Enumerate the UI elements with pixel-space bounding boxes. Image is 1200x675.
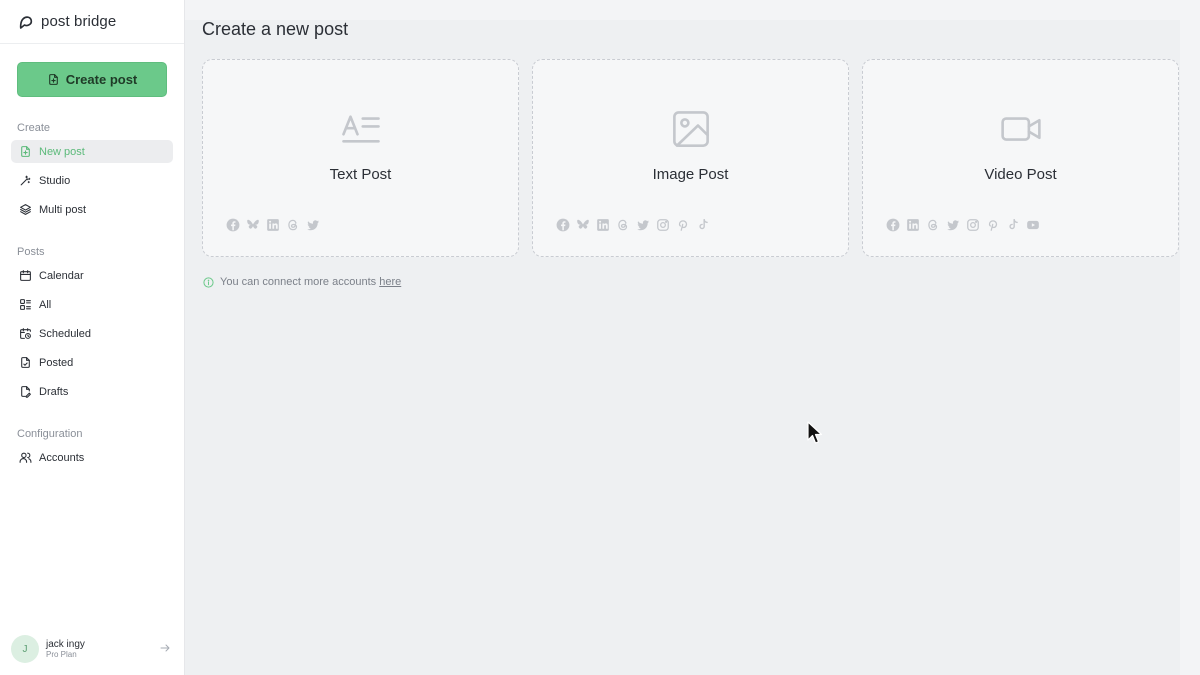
linkedin-icon [597,219,609,231]
pinterest-icon [678,220,688,231]
user-profile[interactable]: J jack ingy Pro Plan [11,634,173,664]
threads-icon [288,219,298,231]
section-label-posts: Posts [17,246,45,258]
calendar-clock-icon [20,328,31,339]
sidebar-item-all[interactable]: All [11,293,173,316]
sidebar-item-multi-post[interactable]: Multi post [11,198,173,221]
text-post-card[interactable]: Text Post [202,59,519,257]
file-plus-icon [48,74,58,85]
video-camera-icon [1000,117,1041,141]
text-align-icon [341,115,380,143]
file-check-icon [21,357,30,368]
twitter-icon [637,220,649,231]
info-icon [203,276,214,288]
top-band [185,0,1200,20]
sidebar-item-label: Calendar [39,269,84,282]
facebook-icon [886,218,900,232]
list-grid-icon [20,299,31,310]
post-type-cards: Text Post Image Post Video Post [202,59,1179,257]
arrow-right-icon[interactable] [159,642,171,654]
platform-icons [886,218,1040,232]
card-title: Image Post [652,166,729,183]
sidebar-item-label: New post [39,145,85,158]
youtube-icon [1027,220,1039,230]
platform-icons [226,218,320,232]
sidebar-item-calendar[interactable]: Calendar [11,264,173,287]
hint-text: You can connect more accounts here [220,276,402,288]
section-label-create: Create [17,122,51,134]
instagram-icon [967,219,979,231]
twitter-icon [307,220,319,231]
file-plus-icon [21,146,30,157]
avatar: J [11,635,39,663]
main-content: Create a new post Text Post Image Post V… [185,0,1200,675]
file-pen-icon [21,386,31,398]
create-post-button[interactable]: Create post [17,62,167,97]
sidebar-item-label: All [39,298,52,311]
instagram-icon [657,219,669,231]
sidebar-item-scheduled[interactable]: Scheduled [11,322,173,345]
facebook-icon [556,218,570,232]
video-post-card[interactable]: Video Post [862,59,1179,257]
tiktok-icon [1009,219,1018,230]
connect-accounts-link[interactable]: here [379,276,401,288]
facebook-icon [226,218,240,232]
image-icon [672,111,709,147]
sidebar-item-label: Scheduled [39,327,91,340]
threads-icon [618,219,628,231]
linkedin-icon [907,219,919,231]
card-title: Text Post [329,166,392,183]
card-title: Video Post [984,166,1057,183]
brand[interactable]: post bridge [0,0,184,44]
linkedin-icon [267,219,279,231]
bluesky-icon [577,219,589,229]
sidebar-item-accounts[interactable]: Accounts [11,446,173,469]
bluesky-icon [247,219,259,229]
pinterest-icon [988,220,998,231]
sidebar-item-label: Multi post [39,203,87,216]
create-post-label: Create post [65,72,138,87]
sidebar-item-drafts[interactable]: Drafts [11,380,173,403]
post-bridge-logo-icon [19,15,33,29]
platform-icons [556,218,710,232]
sidebar-item-label: Posted [39,356,74,369]
users-icon [19,452,32,463]
sidebar-item-studio[interactable]: Studio [11,169,173,192]
layers-icon [20,204,31,215]
magic-wand-icon [20,175,31,186]
threads-icon [928,219,938,231]
sidebar-item-label: Accounts [39,451,85,464]
tiktok-icon [699,219,708,230]
app-window: post bridge Create post Create New post … [0,0,1200,675]
sidebar-item-new-post[interactable]: New post [11,140,173,163]
mouse-cursor-icon [807,421,823,444]
page-title: Create a new post [202,19,349,39]
user-name: jack ingy [46,638,85,650]
twitter-icon [947,220,959,231]
calendar-icon [20,270,31,281]
sidebar-item-label: Drafts [39,385,69,398]
image-post-card[interactable]: Image Post [532,59,849,257]
user-plan: Pro Plan [46,650,77,660]
brand-name: post bridge [41,13,117,30]
right-band [1180,0,1200,675]
sidebar-item-label: Studio [39,174,71,187]
connect-accounts-hint: You can connect more accounts here [203,276,401,288]
section-label-configuration: Configuration [17,428,83,440]
sidebar-item-posted[interactable]: Posted [11,351,173,374]
sidebar: post bridge Create post Create New post … [0,0,185,675]
